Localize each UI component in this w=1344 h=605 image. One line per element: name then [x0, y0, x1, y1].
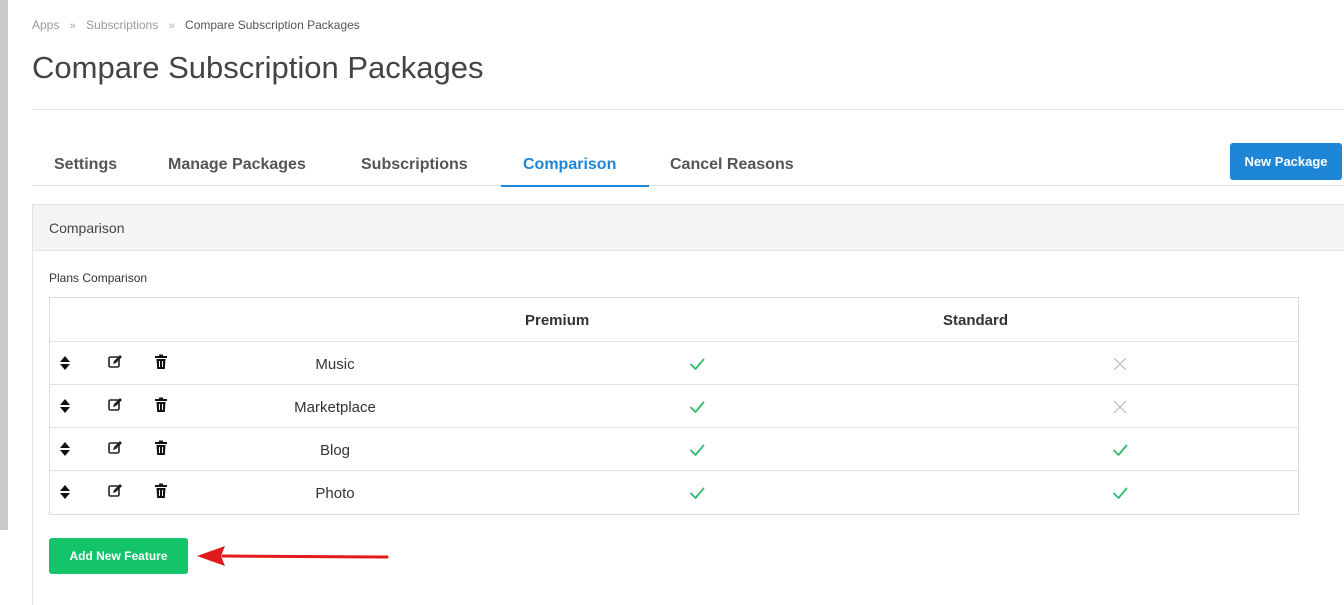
- new-package-button[interactable]: New Package: [1230, 143, 1342, 180]
- title-divider: [32, 109, 1344, 110]
- trash-icon[interactable]: [154, 483, 170, 501]
- check-icon: [688, 398, 706, 416]
- table-row: Photo: [50, 471, 1298, 514]
- check-icon: [1111, 484, 1129, 502]
- tab-settings[interactable]: Settings: [54, 156, 117, 174]
- tab-manage-packages[interactable]: Manage Packages: [168, 156, 306, 174]
- left-scroll-rail: [0, 0, 8, 530]
- trash-icon[interactable]: [154, 354, 170, 372]
- sort-icon[interactable]: [58, 354, 74, 372]
- comparison-panel: Comparison Plans Comparison Premium Stan…: [32, 204, 1344, 605]
- table-header-row: Premium Standard: [50, 298, 1298, 342]
- sort-icon[interactable]: [58, 397, 74, 415]
- annotation-arrow-icon: [197, 546, 389, 566]
- check-icon: [688, 484, 706, 502]
- check-icon: [688, 441, 706, 459]
- table-row: Music: [50, 342, 1298, 385]
- main-content: Apps » Subscriptions » Compare Subscript…: [32, 0, 1344, 605]
- panel-header: Comparison: [33, 205, 1344, 251]
- breadcrumb-separator: »: [168, 20, 175, 32]
- edit-icon[interactable]: [107, 483, 123, 501]
- panel-title: Comparison: [49, 220, 125, 236]
- tab-subscriptions[interactable]: Subscriptions: [361, 156, 468, 174]
- breadcrumb-separator: »: [69, 20, 76, 32]
- cross-icon: [1111, 398, 1129, 416]
- add-new-feature-button[interactable]: Add New Feature: [49, 538, 188, 574]
- cross-icon: [1111, 355, 1129, 373]
- feature-name: Blog: [319, 442, 351, 459]
- breadcrumb-subscriptions[interactable]: Subscriptions: [86, 18, 158, 32]
- column-header-premium: Premium: [525, 312, 590, 329]
- table-row: Marketplace: [50, 385, 1298, 428]
- comparison-table: Premium Standard Music Marketplace Blog …: [49, 297, 1299, 515]
- feature-name: Photo: [315, 485, 355, 502]
- tab-comparison[interactable]: Comparison: [523, 156, 616, 174]
- page-title: Compare Subscription Packages: [32, 50, 484, 85]
- edit-icon[interactable]: [107, 397, 123, 415]
- sort-icon[interactable]: [58, 440, 74, 458]
- breadcrumb: Apps » Subscriptions » Compare Subscript…: [32, 18, 360, 32]
- tab-underline: [32, 185, 1344, 186]
- feature-name: Music: [315, 356, 355, 373]
- breadcrumb-apps[interactable]: Apps: [32, 18, 59, 32]
- section-label: Plans Comparison: [49, 271, 148, 285]
- trash-icon[interactable]: [154, 397, 170, 415]
- tab-bar: Settings Manage Packages Subscriptions C…: [32, 140, 1344, 187]
- breadcrumb-current: Compare Subscription Packages: [185, 18, 360, 32]
- tab-cancel-reasons[interactable]: Cancel Reasons: [670, 156, 794, 174]
- edit-icon[interactable]: [107, 440, 123, 458]
- check-icon: [688, 355, 706, 373]
- tab-active-indicator: [501, 185, 649, 187]
- column-header-standard: Standard: [943, 312, 1009, 329]
- edit-icon[interactable]: [107, 354, 123, 372]
- check-icon: [1111, 441, 1129, 459]
- feature-name: Marketplace: [294, 399, 376, 416]
- trash-icon[interactable]: [154, 440, 170, 458]
- sort-icon[interactable]: [58, 483, 74, 501]
- table-row: Blog: [50, 428, 1298, 471]
